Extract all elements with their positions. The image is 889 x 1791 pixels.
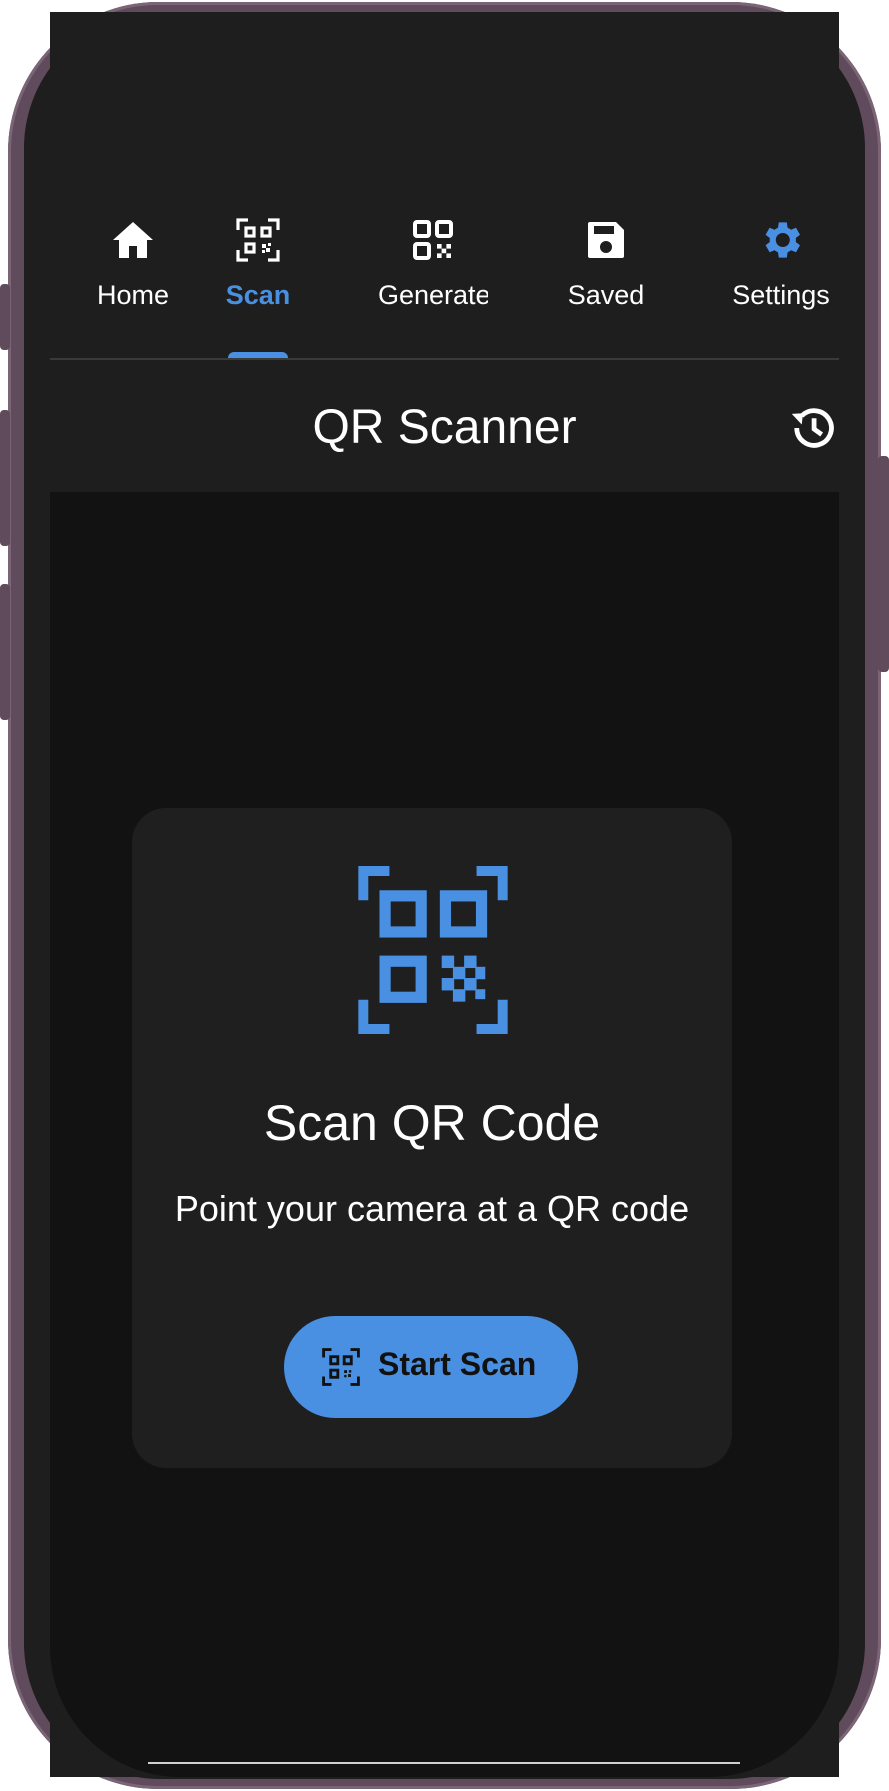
tab-scan-label: Scan (225, 280, 291, 310)
page-title: QR Scanner (312, 401, 577, 454)
mute-switch (0, 284, 10, 350)
home-icon (113, 222, 153, 258)
save-icon (588, 222, 624, 258)
history-icon[interactable] (787, 402, 839, 454)
tab-saved[interactable]: Saved (531, 202, 681, 360)
screen: Home Scan Generate Saved Settings QR Sca… (50, 12, 839, 1777)
volume-up-button (0, 410, 10, 546)
tab-generate-label: Generate (378, 280, 488, 310)
tab-settings[interactable]: Settings (706, 202, 856, 360)
card-subtitle: Point your camera at a QR code (174, 1188, 690, 1229)
qr-scan-icon (358, 866, 508, 1034)
scan-card: Scan QR Code Point your camera at a QR c… (132, 808, 732, 1468)
gear-icon (765, 222, 800, 258)
card-title: Scan QR Code (263, 1095, 601, 1151)
start-scan-button[interactable]: Start Scan (284, 1316, 578, 1418)
start-scan-label: Start Scan (378, 1346, 537, 1382)
tab-scan[interactable]: Scan (183, 202, 333, 360)
tab-divider (50, 358, 839, 360)
qr-scan-icon (322, 1348, 360, 1386)
tab-saved-label: Saved (567, 280, 645, 310)
power-button (878, 456, 889, 672)
qr-code-icon (413, 220, 453, 260)
home-indicator[interactable] (148, 1762, 740, 1764)
qr-scan-icon (236, 218, 280, 262)
tab-settings-label: Settings (732, 280, 830, 310)
tab-generate[interactable]: Generate (358, 202, 508, 360)
scanner-body: Scan QR Code Point your camera at a QR c… (50, 492, 839, 1777)
app-bar: QR Scanner (50, 362, 839, 492)
top-tab-bar: Home Scan Generate Saved Settings (50, 202, 839, 360)
volume-down-button (0, 584, 10, 720)
